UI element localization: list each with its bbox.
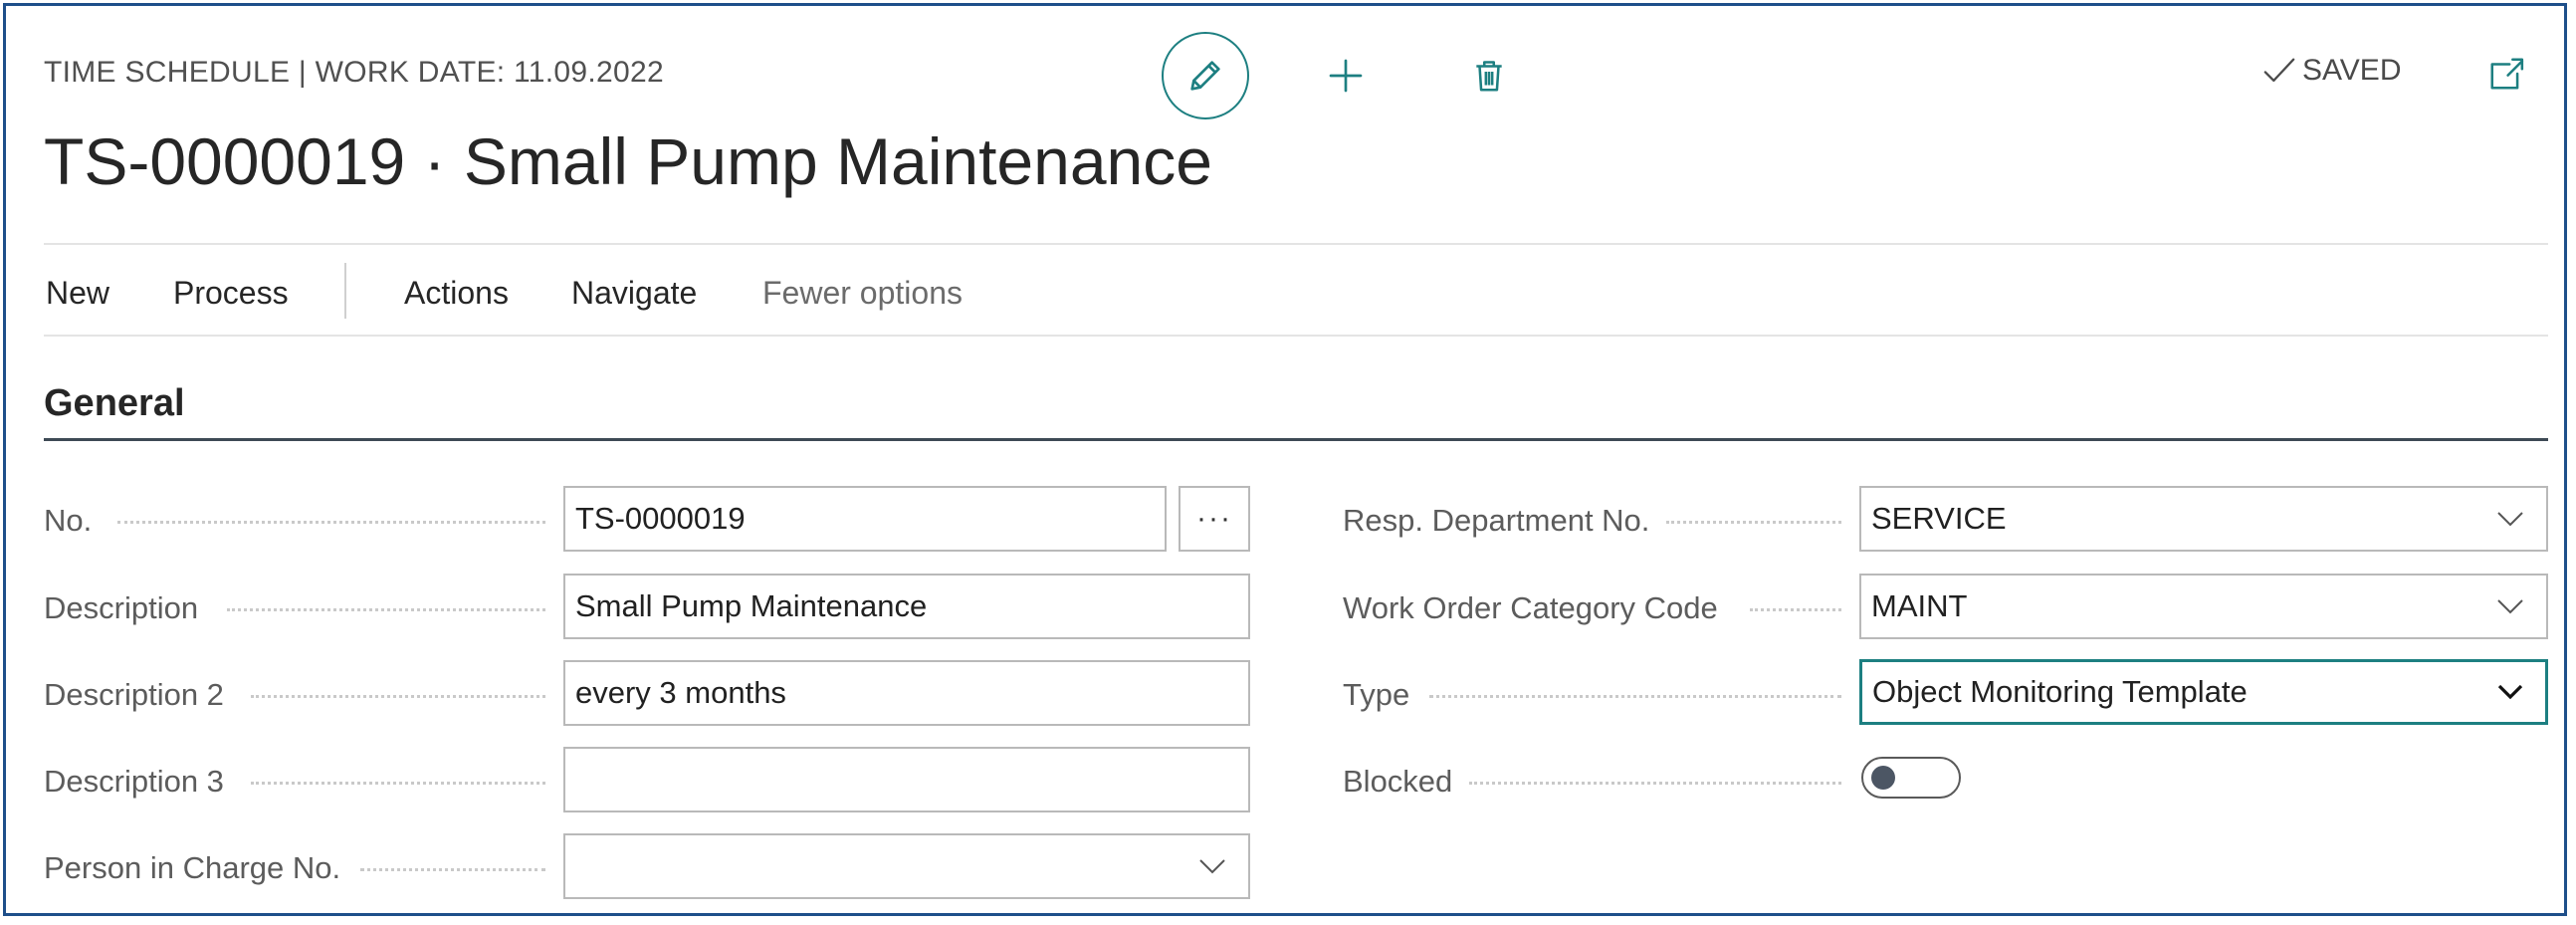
chevron-down-icon	[1199, 859, 1225, 874]
ellipsis-icon: ···	[1196, 502, 1232, 535]
field-label-resp-department: Resp. Department No.	[1343, 503, 1650, 538]
check-icon	[2263, 58, 2295, 83]
new-record-button[interactable]	[1322, 52, 1370, 100]
action-bar-bottom-divider	[44, 335, 2548, 337]
action-navigate[interactable]: Navigate	[571, 275, 697, 312]
description-2-field[interactable]: every 3 months	[563, 660, 1250, 726]
trash-icon	[1476, 61, 1502, 92]
page-title: TS-0000019 · Small Pump Maintenance	[44, 124, 1212, 198]
description-field[interactable]: Small Pump Maintenance	[563, 574, 1250, 639]
page-caption: TIME SCHEDULE | WORK DATE: 11.09.2022	[44, 56, 664, 89]
field-label-description-3: Description 3	[44, 764, 224, 799]
label-leader-dots	[1666, 521, 1841, 524]
label-leader-dots	[1429, 695, 1841, 698]
field-label-blocked: Blocked	[1343, 764, 1453, 799]
field-label-no: No.	[44, 503, 93, 538]
saved-status: SAVED	[2262, 54, 2401, 88]
saved-label: SAVED	[2302, 54, 2402, 87]
person-in-charge-dropdown[interactable]	[563, 833, 1250, 899]
section-title-general[interactable]: General	[44, 382, 185, 425]
open-in-new-window-button[interactable]	[2484, 52, 2528, 96]
label-leader-dots	[360, 868, 545, 871]
delete-button[interactable]	[1465, 52, 1513, 100]
action-process[interactable]: Process	[173, 275, 289, 312]
field-label-description-2: Description 2	[44, 677, 224, 712]
action-actions[interactable]: Actions	[404, 275, 509, 312]
label-leader-dots	[251, 695, 545, 698]
chevron-down-icon	[2497, 599, 2523, 614]
field-label-work-order-category: Work Order Category Code	[1343, 590, 1718, 625]
work-order-category-dropdown[interactable]: MAINT	[1859, 574, 2548, 639]
no-field[interactable]: TS-0000019	[563, 486, 1167, 552]
toggle-knob	[1871, 766, 1895, 790]
type-value: Object Monitoring Template	[1872, 674, 2248, 709]
work-order-category-value: MAINT	[1871, 588, 1968, 623]
resp-department-value: SERVICE	[1871, 501, 2007, 536]
open-in-new-icon	[2490, 58, 2524, 90]
field-label-person-in-charge: Person in Charge No.	[44, 850, 341, 885]
label-leader-dots	[1469, 782, 1841, 785]
label-leader-dots	[227, 608, 545, 611]
blocked-toggle[interactable]	[1861, 757, 1961, 799]
chevron-down-icon	[2497, 684, 2523, 700]
no-lookup-button[interactable]: ···	[1179, 486, 1250, 552]
action-fewer-options[interactable]: Fewer options	[762, 275, 963, 312]
action-new[interactable]: New	[46, 275, 109, 312]
label-leader-dots	[117, 521, 545, 524]
field-label-description: Description	[44, 590, 199, 625]
page-frame: TIME SCHEDULE | WORK DATE: 11.09.2022 TS…	[3, 3, 2567, 916]
pencil-icon	[1190, 61, 1220, 91]
type-select[interactable]: Object Monitoring Template	[1859, 659, 2548, 725]
resp-department-dropdown[interactable]: SERVICE	[1859, 486, 2548, 552]
action-bar-separator	[344, 263, 346, 319]
label-leader-dots	[251, 782, 545, 785]
chevron-down-icon	[2497, 512, 2523, 527]
field-label-type: Type	[1343, 677, 1410, 712]
edit-button[interactable]	[1162, 32, 1249, 119]
plus-icon	[1329, 59, 1363, 93]
label-leader-dots	[1750, 608, 1841, 611]
section-underline	[44, 438, 2548, 441]
description-3-field[interactable]	[563, 747, 1250, 812]
action-bar-top-divider	[44, 243, 2548, 245]
